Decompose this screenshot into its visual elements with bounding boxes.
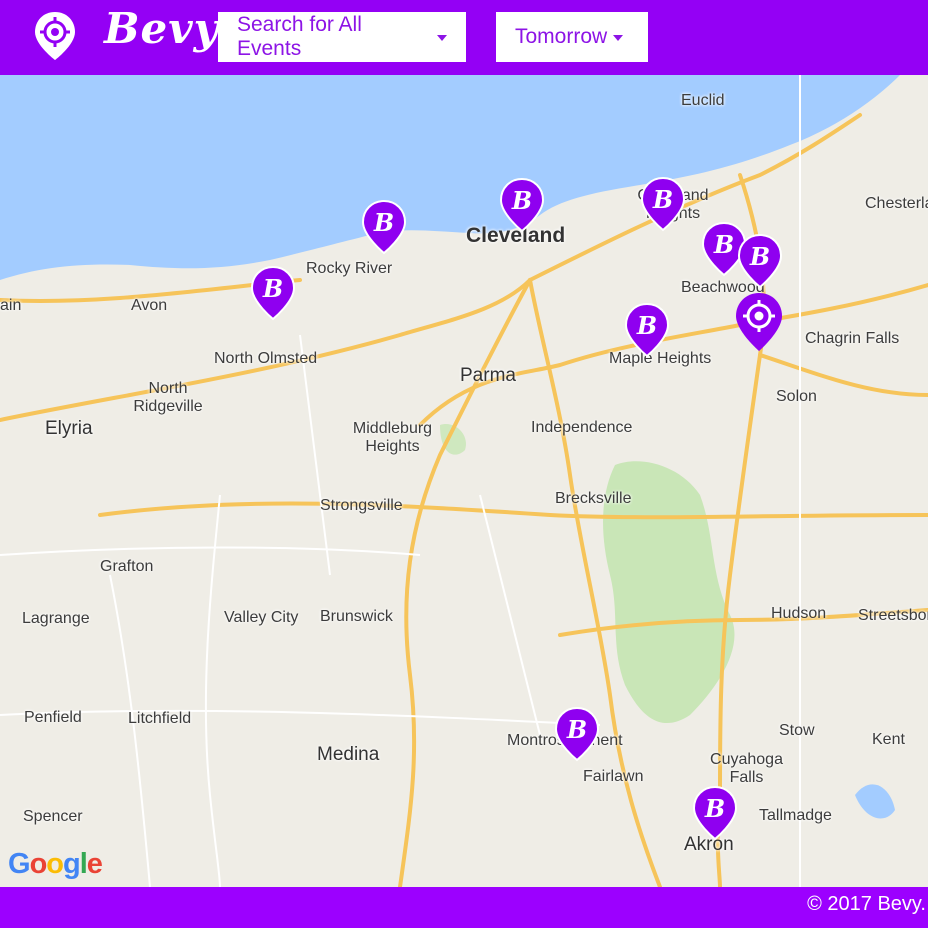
bevy-b-icon: B [361, 199, 407, 255]
location-pin-icon[interactable] [33, 10, 77, 62]
caret-down-icon [613, 35, 624, 41]
map-label: Hudson [771, 605, 827, 622]
map-label: Brecksville [555, 490, 632, 507]
event-marker[interactable]: B [361, 199, 407, 255]
map-label: Tallmadge [759, 807, 832, 824]
map-label: Fairlawn [583, 768, 644, 785]
map-label: Cuyahoga Falls [710, 751, 783, 786]
map-label: Euclid [681, 92, 725, 109]
google-logo[interactable]: Google [8, 848, 103, 881]
map-label: Spencer [23, 808, 83, 825]
map-base [0, 75, 928, 887]
top-bar: Bevy Search for All Events Tomorrow [0, 0, 928, 75]
map-label: Rocky River [306, 260, 393, 277]
map-label: Middleburg Heights [352, 420, 433, 455]
svg-text:B: B [704, 794, 725, 823]
bevy-b-icon: B [737, 233, 783, 289]
map-label: Stow [779, 722, 815, 739]
map-label: Independence [531, 419, 633, 436]
svg-text:B: B [636, 311, 657, 340]
caret-down-icon [437, 35, 447, 41]
map-label: ain [0, 297, 22, 314]
map-label: Strongsville [320, 497, 403, 514]
event-category-label: Search for All Events [237, 13, 362, 60]
map-label: Solon [776, 388, 817, 405]
bevy-b-icon: B [499, 177, 545, 233]
event-marker[interactable]: B [624, 302, 670, 358]
bevy-b-icon: B [640, 176, 686, 232]
svg-text:B: B [566, 715, 587, 744]
map-label: Chesterland [865, 195, 928, 212]
event-marker[interactable]: B [692, 785, 738, 841]
bevy-b-icon: B [624, 302, 670, 358]
copyright-text: © 2017 Bevy. [807, 893, 926, 915]
date-label: Tomorrow [515, 25, 608, 48]
map-label: Brunswick [320, 608, 393, 625]
map-label: Litchfield [128, 710, 192, 727]
svg-text:B: B [749, 242, 770, 271]
map-label: Kent [872, 731, 905, 748]
current-location-marker[interactable] [734, 291, 784, 353]
map-label: Penfield [24, 709, 82, 726]
event-marker[interactable]: B [250, 265, 296, 321]
app-logo[interactable]: Bevy [104, 4, 219, 53]
map-label: Chagrin Falls [805, 330, 900, 347]
event-marker[interactable]: B [737, 233, 783, 289]
event-marker[interactable]: B [499, 177, 545, 233]
map-label: Lagrange [22, 610, 90, 627]
map-label: Streetsboro [858, 607, 928, 624]
event-category-dropdown[interactable]: Search for All Events [218, 12, 466, 62]
bevy-b-icon: B [250, 265, 296, 321]
map-label: Avon [131, 297, 168, 314]
svg-text:B: B [262, 274, 283, 303]
map-label: Parma [460, 365, 516, 386]
map-view[interactable]: Euclid Chesterland Cleveland Cleveland H… [0, 75, 928, 887]
footer: © 2017 Bevy. [0, 887, 928, 928]
date-dropdown[interactable]: Tomorrow [496, 12, 648, 62]
map-label: Medina [317, 744, 380, 765]
event-marker[interactable]: B [640, 176, 686, 232]
svg-text:B: B [511, 186, 532, 215]
bevy-b-icon: B [554, 706, 600, 762]
svg-text:B: B [713, 230, 734, 259]
event-marker[interactable]: B [554, 706, 600, 762]
bevy-b-icon: B [692, 785, 738, 841]
svg-text:B: B [652, 185, 673, 214]
map-label: Grafton [100, 558, 154, 575]
map-label: Valley City [224, 609, 299, 626]
map-label: North Ridgeville [133, 380, 203, 415]
map-label: North Olmsted [214, 350, 318, 367]
svg-text:B: B [373, 208, 394, 237]
map-label: Elyria [45, 418, 93, 439]
